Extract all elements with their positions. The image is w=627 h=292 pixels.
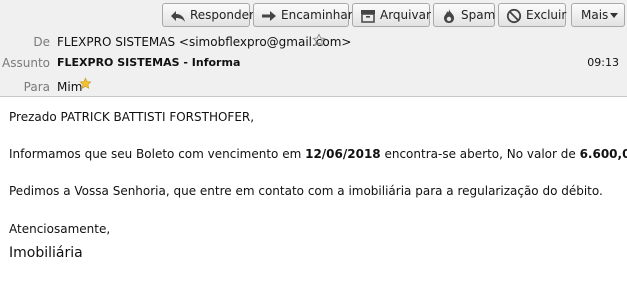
more-button[interactable]: Mais [571,3,625,27]
forward-button[interactable]: Encaminhar [253,3,353,27]
request-paragraph: Pedimos a Vossa Senhoria, que entre em c… [9,184,603,198]
spam-flame-icon [444,9,454,23]
forward-arrow-icon [262,11,276,21]
spam-label: Spam [461,8,496,22]
more-label: Mais [581,8,609,22]
closing: Atenciosamente, [9,222,111,236]
reply-button[interactable]: Responder [162,3,254,27]
reply-label: Responder [190,8,254,22]
archive-button[interactable]: Arquivar [352,3,431,27]
signature: Imobiliária [9,245,83,261]
forward-label: Encaminhar [281,8,353,22]
amount: 6.600,00 [579,147,627,161]
reply-icon [171,11,185,22]
star-filled-icon[interactable] [79,77,92,90]
archive-box-icon [361,10,375,23]
greeting: Prezado PATRICK BATTISTI FORSTHOFER, [9,110,255,124]
chevron-down-icon [610,13,618,18]
spam-button[interactable]: Spam [433,3,495,27]
block-icon [506,8,522,24]
toolbar: Responder Encaminhar Arquivar Spam Exclu… [0,3,627,29]
delete-button[interactable]: Excluir [498,3,566,27]
subject-value: FLEXPRO SISTEMAS - Informa [57,56,241,69]
subject-label: Assunto [2,56,50,70]
due-date: 12/06/2018 [305,147,381,161]
message-header: Responder Encaminhar Arquivar Spam Exclu… [0,0,627,97]
message-time: 09:13 [587,56,619,69]
from-label: De [33,35,50,49]
notice-paragraph: Informamos que seu Boleto com vencimento… [9,147,627,161]
from-value[interactable]: FLEXPRO SISTEMAS <simobflexpro@gmail.com… [57,35,351,49]
notice-text-2: encontra-se aberto, No valor de [380,147,580,161]
archive-label: Arquivar [380,8,431,22]
delete-label: Excluir [526,8,567,22]
notice-text-1: Informamos que seu Boleto com vencimento… [9,147,306,161]
to-label: Para [23,80,50,94]
star-outline-icon[interactable] [312,33,326,47]
